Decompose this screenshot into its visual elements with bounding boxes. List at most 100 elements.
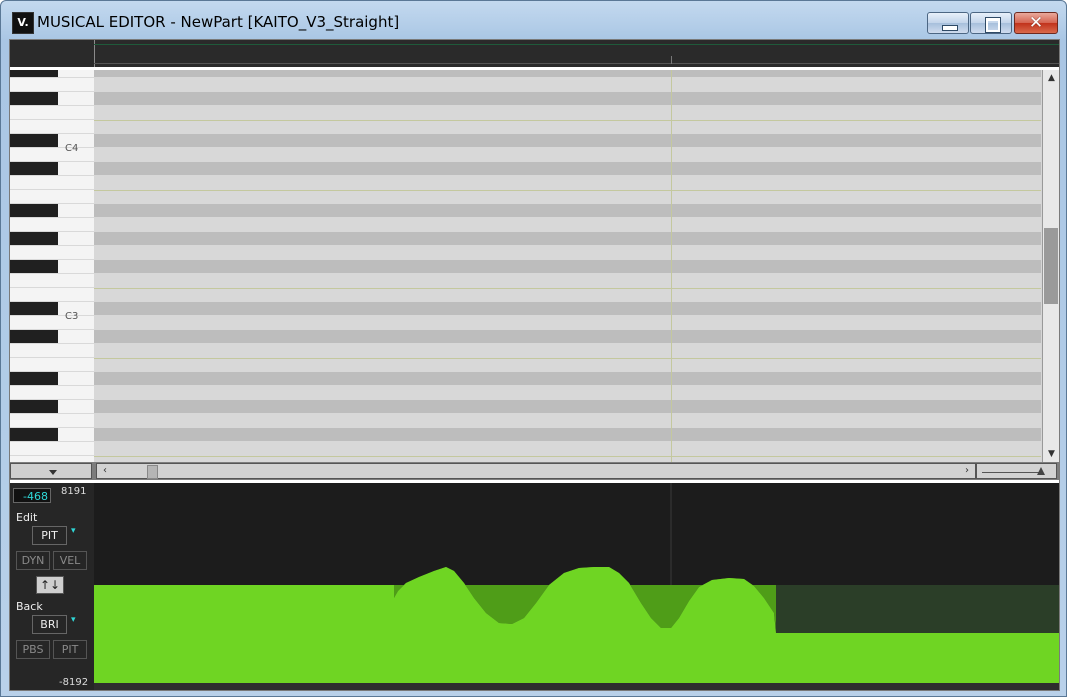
piano-key[interactable] [10, 386, 94, 400]
piano-key[interactable] [10, 358, 94, 372]
ruler-beat-tick [671, 56, 672, 64]
grid-row[interactable] [94, 148, 1041, 161]
grid-row[interactable] [94, 232, 1041, 245]
grid-row[interactable] [94, 372, 1041, 385]
back-param-select[interactable]: BRI [32, 615, 67, 634]
grid-row[interactable] [94, 386, 1041, 399]
zoom-slider[interactable] [976, 463, 1057, 479]
grid-row[interactable] [94, 414, 1041, 427]
pitch-curve-graph [94, 483, 1059, 690]
edit-dropdown-icon[interactable]: ▾ [71, 526, 76, 536]
vertical-scrollbar[interactable]: ▲ ▼ [1042, 70, 1059, 462]
musical-editor-window: V. MUSICAL EDITOR - NewPart [KAITO_V3_St… [0, 0, 1067, 697]
control-curve-area[interactable] [94, 483, 1059, 690]
grid-row[interactable] [94, 92, 1041, 105]
piano-key[interactable] [10, 274, 94, 288]
piano-key[interactable] [10, 288, 94, 302]
title-bar[interactable]: V. MUSICAL EDITOR - NewPart [KAITO_V3_St… [1, 1, 1066, 39]
zoom-slider-knob[interactable] [1037, 467, 1045, 475]
grid-row[interactable] [94, 162, 1041, 175]
control-area-footer [94, 683, 1059, 690]
grid-row[interactable] [94, 428, 1041, 441]
grid-row[interactable] [94, 288, 1041, 302]
piano-black-key[interactable] [10, 92, 58, 105]
grid-row[interactable] [94, 274, 1041, 287]
maximize-button[interactable] [970, 12, 1012, 34]
note-label-c3: C3 [65, 311, 79, 322]
piano-key[interactable] [10, 120, 94, 134]
back-label: Back [16, 600, 43, 613]
piano-black-key[interactable] [10, 400, 58, 413]
vel-button[interactable]: VEL [53, 551, 87, 570]
close-button[interactable]: ✕ [1014, 12, 1058, 34]
scroll-up-icon[interactable]: ▲ [1043, 70, 1059, 86]
piano-keyboard[interactable]: C4 C3 [10, 70, 95, 462]
grid-row[interactable] [94, 134, 1041, 147]
piano-black-key[interactable] [10, 204, 58, 217]
grid-row[interactable] [94, 70, 1041, 77]
grid-row[interactable] [94, 442, 1041, 455]
grid-row[interactable] [94, 316, 1041, 329]
pit-button[interactable]: PIT [53, 640, 87, 659]
piano-black-key[interactable] [10, 260, 58, 273]
grid-row[interactable] [94, 78, 1041, 91]
timeline-ruler[interactable] [10, 40, 1059, 68]
grid-row[interactable] [94, 218, 1041, 231]
piano-black-key[interactable] [10, 134, 58, 147]
vertical-scroll-thumb[interactable] [1044, 228, 1058, 304]
swap-updown-button[interactable]: ↑↓ [36, 576, 64, 594]
maximize-icon [985, 17, 1001, 33]
dropdown-triangle-icon [49, 470, 57, 475]
beat-line [671, 70, 672, 462]
pbs-button[interactable]: PBS [16, 640, 50, 659]
piano-black-key[interactable] [10, 302, 58, 315]
ruler-top-line [94, 44, 1059, 45]
current-value-field[interactable]: -468 [13, 488, 51, 503]
piano-key[interactable] [10, 106, 94, 120]
piano-key[interactable] [10, 344, 94, 358]
grid-row[interactable] [94, 120, 1041, 134]
app-icon: V. [12, 12, 34, 34]
grid-row[interactable] [94, 400, 1041, 413]
grid-row[interactable] [94, 330, 1041, 343]
editor-client-area: C4 C3 ▲ ▼ ‹ › -468 8191 Edit PIT ▾ DYN V… [9, 39, 1060, 691]
back-dropdown-icon[interactable]: ▾ [71, 615, 76, 625]
piano-black-key[interactable] [10, 428, 58, 441]
keyboard-menu-button[interactable] [10, 463, 92, 479]
piano-black-key[interactable] [10, 330, 58, 343]
scroll-right-icon[interactable]: › [959, 464, 975, 478]
grid-row[interactable] [94, 190, 1041, 204]
piano-key[interactable] [10, 78, 94, 92]
piano-black-key[interactable] [10, 70, 58, 77]
grid-row[interactable] [94, 176, 1041, 189]
horizontal-scroll-thumb[interactable] [147, 465, 158, 479]
piano-black-key[interactable] [10, 232, 58, 245]
scroll-down-icon[interactable]: ▼ [1043, 446, 1059, 462]
scroll-left-icon[interactable]: ‹ [97, 464, 113, 478]
piano-key[interactable] [10, 442, 94, 456]
grid-row[interactable] [94, 358, 1041, 372]
max-value-label: 8191 [61, 486, 87, 497]
piano-key[interactable] [10, 246, 94, 260]
piano-key[interactable] [10, 414, 94, 428]
grid-row[interactable] [94, 260, 1041, 273]
piano-key[interactable] [10, 190, 94, 204]
grid-row[interactable] [94, 344, 1041, 357]
piano-key[interactable] [10, 316, 94, 330]
grid-row[interactable] [94, 106, 1041, 119]
grid-row[interactable] [94, 246, 1041, 259]
dyn-button[interactable]: DYN [16, 551, 50, 570]
piano-roll-grid[interactable] [94, 70, 1041, 462]
min-value-label: -8192 [59, 677, 89, 688]
piano-black-key[interactable] [10, 162, 58, 175]
grid-row[interactable] [94, 204, 1041, 217]
piano-key[interactable] [10, 176, 94, 190]
piano-key[interactable] [10, 148, 94, 162]
note-label-c4: C4 [65, 143, 79, 154]
edit-param-select[interactable]: PIT [32, 526, 67, 545]
horizontal-scrollbar[interactable]: ‹ › [96, 463, 976, 479]
piano-key[interactable] [10, 218, 94, 232]
grid-row[interactable] [94, 302, 1041, 315]
piano-black-key[interactable] [10, 372, 58, 385]
minimize-button[interactable] [927, 12, 969, 34]
